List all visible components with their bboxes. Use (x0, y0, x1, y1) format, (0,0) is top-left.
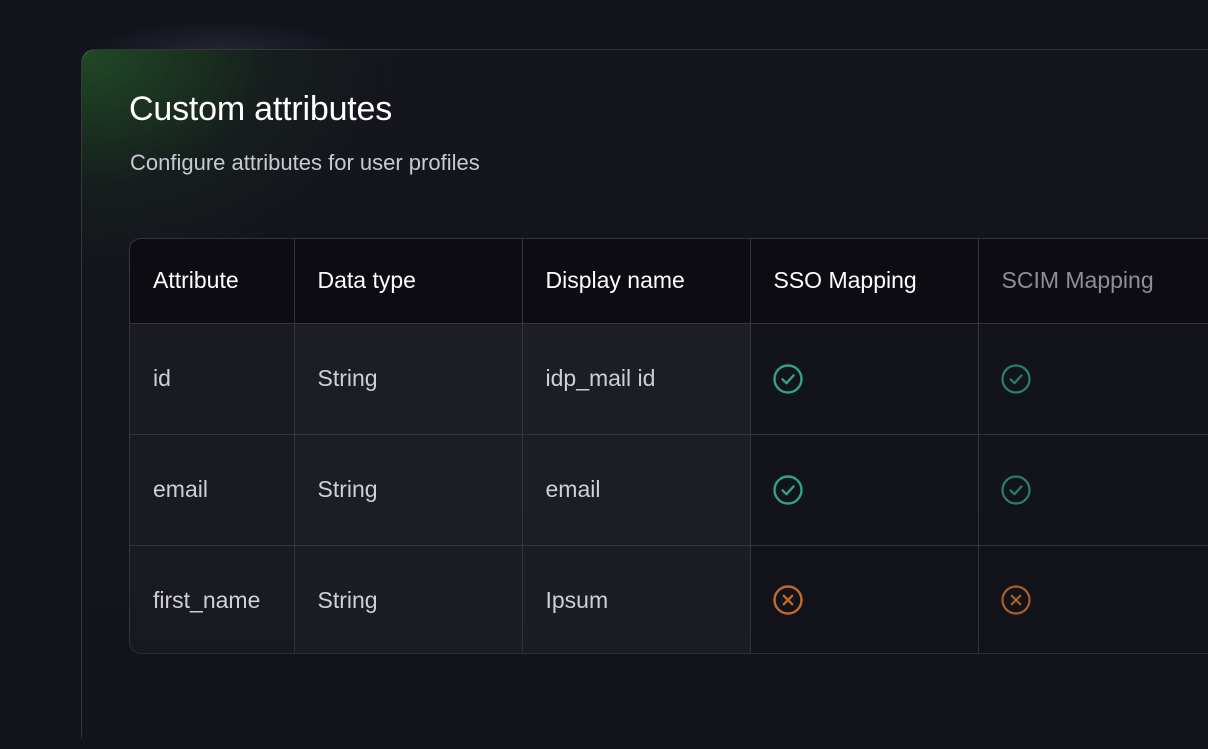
table-row[interactable]: id String idp_mail id (130, 323, 1208, 435)
x-icon (772, 584, 804, 616)
table-row[interactable]: email String email (130, 434, 1208, 546)
attribute-cell: email (130, 434, 295, 546)
display-name-cell: Ipsum (522, 545, 751, 653)
column-header-display-name: Display name (522, 239, 751, 324)
column-header-sso-mapping: SSO Mapping (750, 239, 979, 324)
attribute-cell: first_name (130, 545, 295, 653)
sso-mapping-cell (750, 434, 979, 546)
page-subtitle: Configure attributes for user profiles (130, 150, 480, 175)
check-icon (1000, 363, 1032, 395)
custom-attributes-card: Custom attributes Configure attributes f… (81, 49, 1208, 749)
display-name-cell: idp_mail id (522, 323, 751, 435)
attribute-cell: id (130, 323, 295, 435)
attributes-table-container: Attribute Data type Display name SSO Map… (129, 238, 1208, 654)
data-type-cell: String (294, 434, 523, 546)
scim-mapping-cell (978, 545, 1208, 653)
check-icon (772, 474, 804, 506)
data-type-cell: String (294, 545, 523, 653)
column-header-scim-mapping: SCIM Mapping (978, 239, 1208, 324)
page-title: Custom attributes (129, 90, 393, 128)
data-type-cell: String (294, 323, 523, 435)
check-icon (1000, 474, 1032, 506)
sso-mapping-cell (750, 545, 979, 653)
table-row[interactable]: first_name String Ipsum (130, 545, 1208, 653)
scim-mapping-cell (978, 323, 1208, 435)
column-header-data-type: Data type (294, 239, 523, 324)
scim-mapping-cell (978, 434, 1208, 546)
sso-mapping-cell (750, 323, 979, 435)
column-header-attribute: Attribute (130, 239, 295, 324)
x-icon (1000, 584, 1032, 616)
table-header-row: Attribute Data type Display name SSO Map… (130, 239, 1208, 324)
check-icon (772, 363, 804, 395)
display-name-cell: email (522, 434, 751, 546)
attributes-table: Attribute Data type Display name SSO Map… (130, 239, 1208, 653)
